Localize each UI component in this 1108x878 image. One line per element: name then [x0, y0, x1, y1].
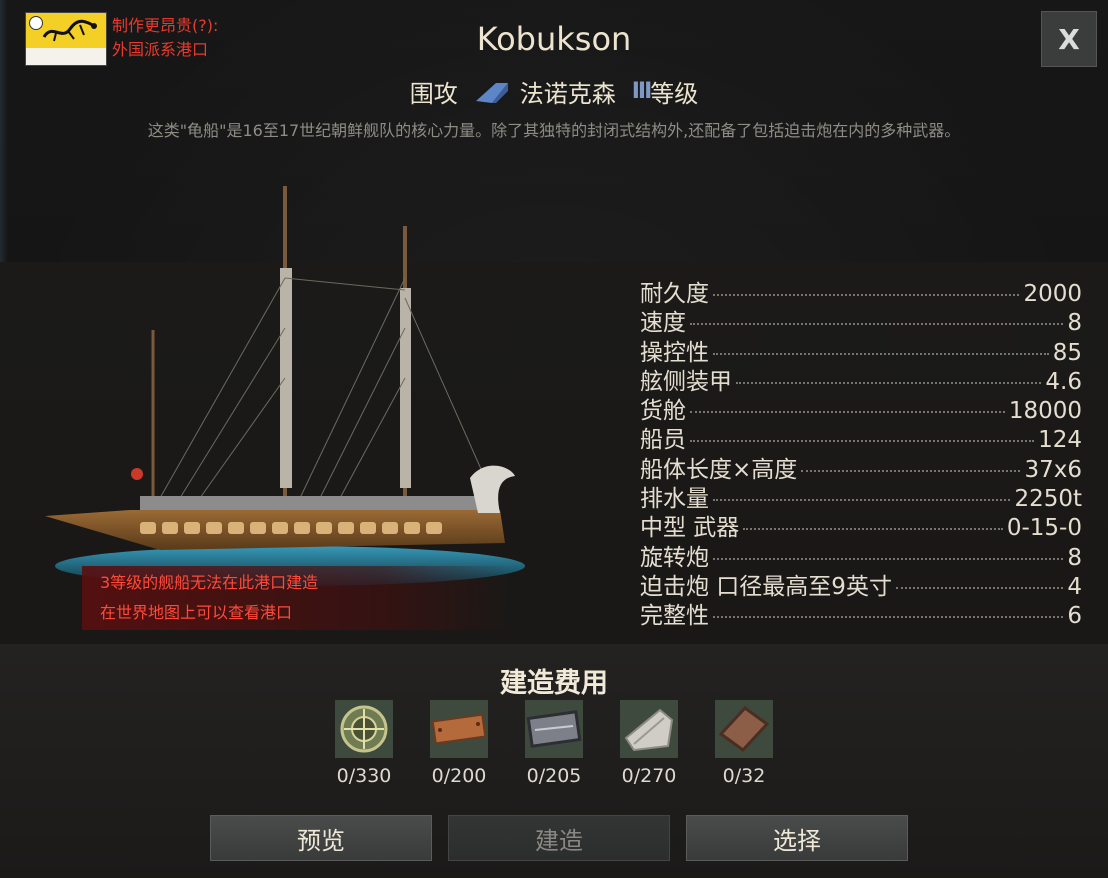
ship-role: 围攻 [409, 80, 458, 108]
build-restriction-warning: 3等级的舰船无法在此港口建造 在世界地图上可以查看港口 [82, 566, 512, 630]
stat-value: 37x6 [1024, 456, 1082, 483]
copper-plate-icon [430, 700, 488, 758]
ship-info-panel: 制作更昂贵(?): 外国派系港口 X Kobukson 围攻 法诺克森 III … [0, 0, 1108, 878]
stat-label: 完整性 [640, 603, 709, 630]
ship-description: 这类"龟船"是16至17世纪朝鲜舰队的核心力量。除了其独特的封闭式结构外,还配备… [147, 121, 961, 140]
resource-amount: 0/330 [336, 765, 392, 787]
resource-amount: 0/200 [431, 765, 487, 787]
ship-rank-label: 等级 [650, 80, 699, 108]
stat-value: 8 [1067, 310, 1082, 337]
stat-value: 0-15-0 [1006, 515, 1082, 542]
resource-iron-plate[interactable]: 0/205 [507, 700, 602, 787]
stat-value: 2000 [1023, 281, 1082, 307]
stat-value: 4.6 [1045, 368, 1082, 395]
riveted-iron-plate-icon [525, 700, 583, 758]
rank-roman-icon: III [631, 79, 653, 104]
stat-row-maneuverability: 操控性 85 [640, 333, 1082, 366]
preview-button[interactable]: 预览 [210, 815, 432, 861]
stat-row-mortars: 迫击炮 口径最高至9英寸 4 [640, 567, 1082, 600]
select-button[interactable]: 选择 [686, 815, 908, 861]
stat-leader [801, 469, 1021, 472]
stat-leader [690, 411, 1005, 414]
bronze-plate-icon [715, 700, 773, 758]
stat-value: 8 [1067, 544, 1082, 571]
resource-sailcloth[interactable]: 0/270 [602, 700, 697, 787]
resource-bronze-plate[interactable]: 0/32 [697, 700, 792, 787]
stat-value: 18000 [1008, 398, 1082, 425]
stat-value: 85 [1052, 339, 1082, 366]
ship-stats-list: 耐久度 2000 速度 8 操控性 85 舷侧装甲 4.6 货舱 18000 船员 124 … [640, 274, 1082, 630]
stat-row-displacement: 排水量 2250t [640, 479, 1082, 512]
build-button[interactable]: 建造 [448, 815, 670, 861]
resource-copper-plate[interactable]: 0/200 [412, 700, 507, 787]
stat-leader [743, 528, 1003, 531]
ship-subtitle: 围攻 法诺克森 III 等级 [0, 74, 1108, 109]
stat-leader [713, 616, 1064, 619]
resource-compass[interactable]: 0/330 [317, 700, 412, 787]
ship-class-name: 法诺克森 [519, 80, 616, 108]
stat-leader [713, 499, 1011, 502]
resource-list: 0/330 0/200 0/205 0/270 0/32 [0, 700, 1108, 787]
resource-amount: 0/205 [526, 765, 582, 787]
stat-leader [895, 586, 1064, 589]
ship-name-title: Kobukson [476, 20, 632, 58]
resource-amount: 0/32 [722, 765, 766, 787]
stat-leader [690, 323, 1064, 326]
stat-value: 2250t [1014, 486, 1082, 513]
stat-leader [690, 440, 1035, 443]
resource-amount: 0/270 [621, 765, 677, 787]
stat-leader [713, 294, 1020, 296]
stat-row-swivel-guns: 旋转炮 8 [640, 538, 1082, 571]
stat-leader [713, 352, 1049, 355]
stat-row-weapons: 中型 武器 0-15-0 [640, 508, 1082, 541]
stat-row-armor: 舷侧装甲 4.6 [640, 362, 1082, 395]
stat-leader [736, 381, 1042, 384]
stat-row-hull-size: 船体长度×高度 37x6 [640, 450, 1082, 483]
build-cost-title: 建造费用 [500, 668, 608, 699]
warning-line-rank: 3等级的舰船无法在此港口建造 [100, 573, 319, 592]
warning-line-map: 在世界地图上可以查看港口 [100, 603, 293, 622]
ship-class-icon [475, 82, 508, 103]
stat-leader [713, 557, 1064, 560]
ship-illustration [45, 186, 525, 586]
stat-row-crew: 船员 124 [640, 420, 1082, 453]
stat-value: 6 [1067, 603, 1082, 630]
stat-value: 4 [1067, 573, 1082, 600]
sailcloth-icon [620, 700, 678, 758]
stat-value: 124 [1038, 427, 1082, 454]
compass-icon [335, 700, 393, 758]
stat-row-durability: 耐久度 2000 [640, 274, 1082, 307]
